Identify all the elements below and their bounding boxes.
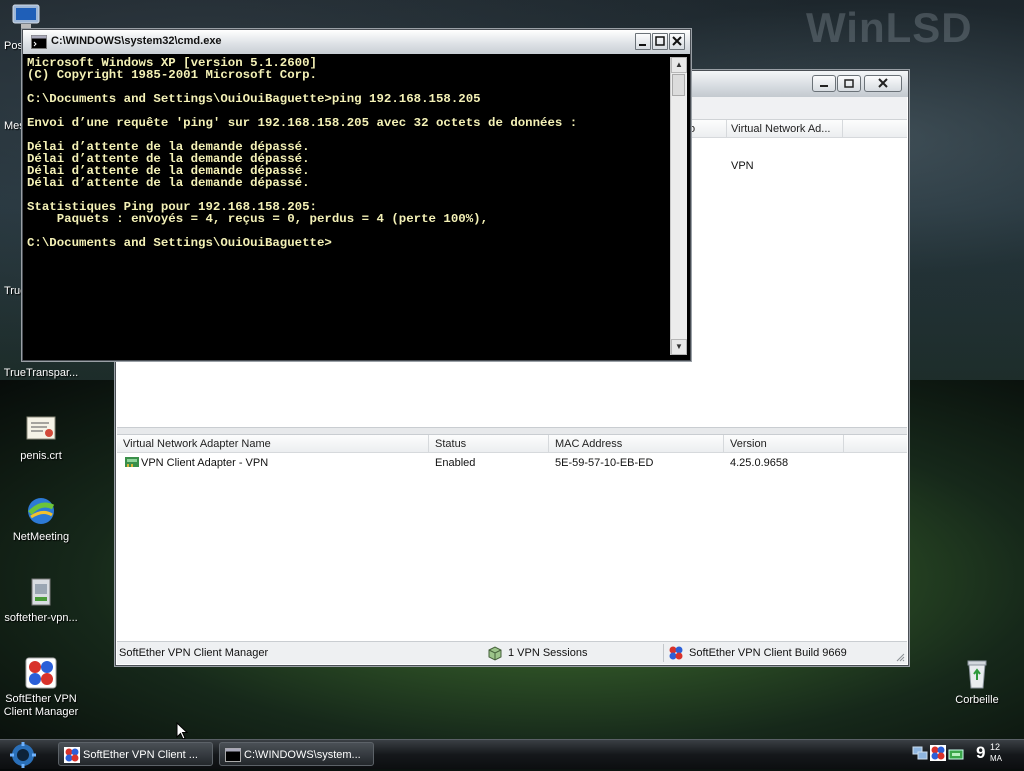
softether-icon — [64, 747, 80, 763]
desktop-icon-netmeeting[interactable]: NetMeeting — [0, 495, 86, 544]
softether-icon — [668, 645, 684, 661]
console-scrollbar[interactable]: ▲ ▼ — [670, 57, 687, 355]
adapter-mac-cell: 5E-59-57-10-EB-ED — [555, 457, 654, 469]
mouse-cursor-icon — [176, 721, 189, 740]
taskbar-item-label: C:\WINDOWS\system... — [244, 749, 361, 761]
netmeeting-icon — [25, 495, 57, 527]
network-tray-icon[interactable] — [912, 745, 928, 761]
clock-minute[interactable]: 12 — [990, 742, 1000, 752]
taskbar-item-softether[interactable]: SoftEther VPN Client ... — [58, 742, 213, 766]
console-line: Envoi d’une requête 'ping' sur 192.168.1… — [27, 116, 578, 130]
header-status[interactable]: Status — [429, 435, 549, 453]
wallpaper-watermark: WinLSD — [806, 4, 973, 51]
scroll-thumb[interactable] — [672, 74, 685, 96]
header-partial[interactable]: o — [687, 120, 727, 138]
taskbar-item-cmd[interactable]: C:\WINDOWS\system... — [219, 742, 374, 766]
statusbar-app-name: SoftEther VPN Client Manager — [119, 647, 269, 659]
desktop-icon-penis-crt[interactable]: penis.crt — [0, 414, 86, 463]
adapter-grid-header: Virtual Network Adapter Name Status MAC … — [117, 435, 907, 453]
vpn-sessions-icon — [487, 645, 503, 661]
statusbar-build: SoftEther VPN Client Build 9669 — [689, 647, 847, 659]
resize-grip-icon[interactable] — [895, 652, 905, 662]
system-tray — [910, 745, 970, 763]
minimize-button[interactable] — [635, 33, 651, 50]
adapter-status-cell: Enabled — [435, 457, 476, 469]
cmd-icon — [225, 747, 241, 763]
header-mac-address[interactable]: MAC Address — [549, 435, 724, 453]
desktop-icon-softether-client-manager[interactable]: SoftEther VPN Client Manager — [0, 657, 86, 719]
close-button[interactable] — [864, 75, 902, 92]
connection-adapter-value: VPN — [731, 160, 754, 172]
clock-ampm[interactable]: MA — [990, 754, 1002, 763]
header-adapter-name[interactable]: Virtual Network Adapter Name — [117, 435, 429, 453]
installer-icon — [25, 576, 57, 608]
recycle-bin-icon — [961, 658, 993, 690]
adapter-version-cell: 4.25.0.9658 — [730, 457, 789, 469]
certificate-icon — [25, 414, 57, 446]
statusbar-divider — [663, 644, 664, 662]
taskbar-item-label: SoftEther VPN Client ... — [83, 749, 198, 761]
close-button[interactable] — [669, 33, 685, 50]
header-version[interactable]: Version — [724, 435, 844, 453]
desktop-icon-truetransparency[interactable]: TrueTranspar... — [0, 367, 86, 380]
header-virtual-network-adapter[interactable]: Virtual Network Ad... — [725, 120, 843, 138]
connection-grid-header: o Virtual Network Ad... — [687, 120, 907, 138]
grid-splitter[interactable] — [117, 427, 907, 435]
cmd-window-title: C:\WINDOWS\system32\cmd.exe — [51, 35, 222, 47]
console-output[interactable]: Microsoft Windows XP [version 5.1.2600](… — [27, 57, 665, 355]
desktop-icon-softether-installer[interactable]: softether-vpn... — [0, 576, 86, 625]
statusbar-sessions: 1 VPN Sessions — [508, 647, 588, 659]
console-line: Délai d’attente de la demande dépassé. — [27, 176, 310, 190]
scroll-up-arrow-icon[interactable]: ▲ — [671, 57, 687, 73]
desktop-icon-recycle-bin[interactable]: Corbeille — [932, 658, 1022, 707]
start-button[interactable] — [4, 741, 42, 768]
softether-tray-icon[interactable] — [930, 745, 946, 761]
cmd-icon — [31, 35, 47, 49]
adapter-name-cell: VPN Client Adapter - VPN — [141, 457, 269, 469]
console-line: C:\Documents and Settings\OuiOuiBaguette… — [27, 236, 332, 250]
softether-icon — [25, 657, 57, 689]
maximize-button[interactable] — [837, 75, 861, 92]
vpn-status-tray-icon[interactable] — [948, 747, 964, 761]
console-line: (C) Copyright 1985-2001 Microsoft Corp. — [27, 68, 317, 82]
scroll-down-arrow-icon[interactable]: ▼ — [671, 339, 687, 355]
table-row[interactable]: VPN Client Adapter - VPN Enabled 5E-59-5… — [117, 454, 907, 472]
minimize-button[interactable] — [812, 75, 836, 92]
maximize-button[interactable] — [652, 33, 668, 50]
taskbar: SoftEther VPN Client ... C:\WINDOWS\syst… — [0, 739, 1024, 769]
clock-hour[interactable]: 9 — [976, 743, 985, 763]
cmd-window[interactable]: C:\WINDOWS\system32\cmd.exe Microsoft Wi… — [22, 29, 691, 361]
vpn-statusbar: SoftEther VPN Client Manager 1 VPN Sessi… — [117, 641, 907, 664]
cmd-window-titlebar[interactable]: C:\WINDOWS\system32\cmd.exe — [23, 30, 690, 54]
console-line: Paquets : envoyés = 4, reçus = 0, perdus… — [27, 212, 489, 226]
console-line: C:\Documents and Settings\OuiOuiBaguette… — [27, 92, 481, 106]
